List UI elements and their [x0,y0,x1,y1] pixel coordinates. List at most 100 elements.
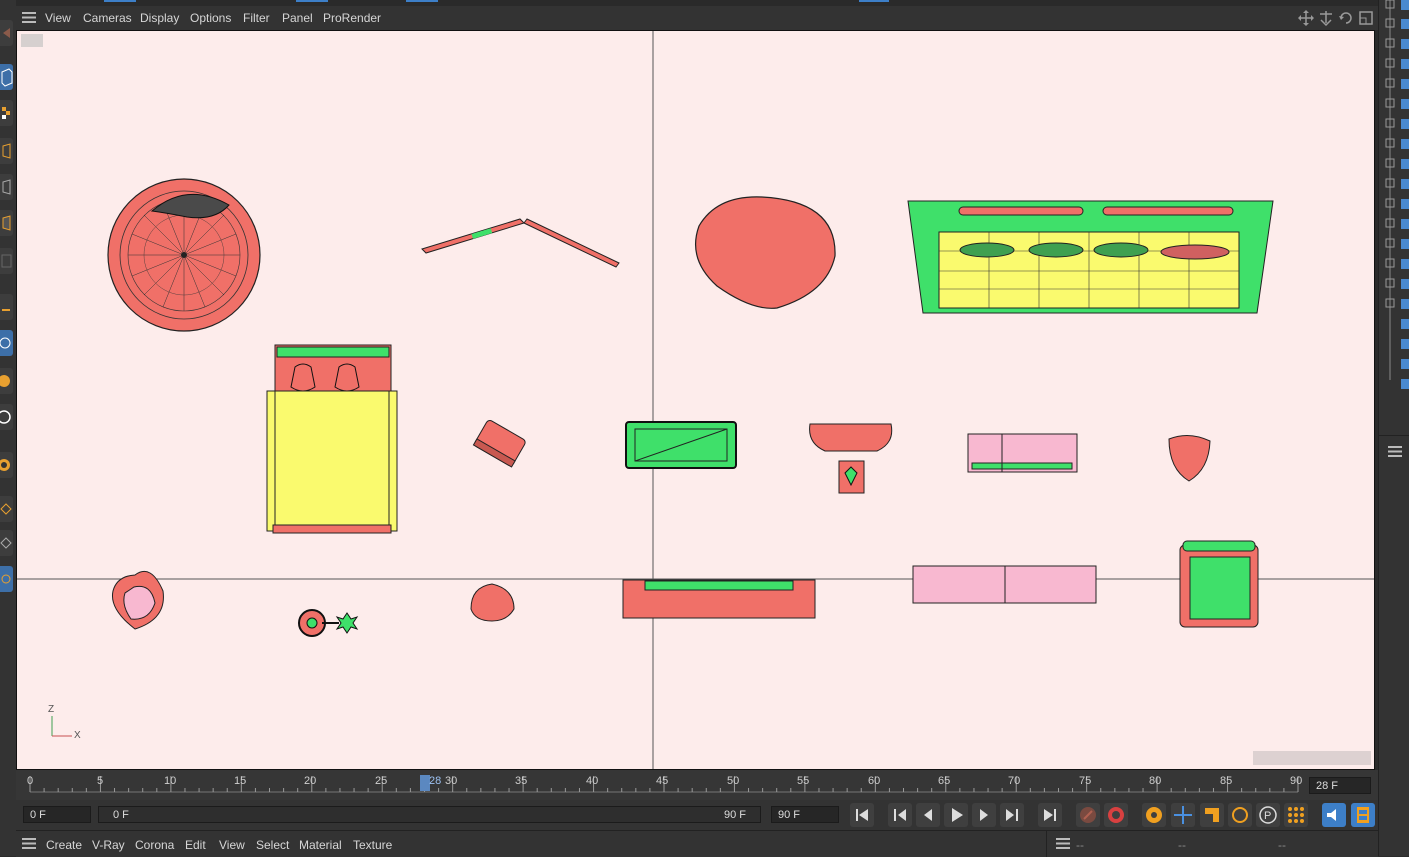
model-mode-icon[interactable] [0,64,13,90]
current-frame-field[interactable]: 28 F [1309,777,1371,794]
object-pink-bench [912,565,1097,604]
position-key-icon[interactable] [1171,803,1195,827]
axis-x-label: X [74,730,81,741]
object-sprocket-lamp [298,609,359,637]
sound-icon[interactable] [1322,803,1346,827]
object-bent-rod [421,218,620,268]
object-long-counter [622,579,816,619]
paint-icon[interactable] [0,452,13,478]
object-pink-cabinet [967,433,1078,473]
timeline-ruler[interactable]: 0 5 10 15 20 25 28 30 35 40 45 50 55 60 … [16,770,1378,800]
tick-35: 35 [515,775,528,787]
prev-key-icon[interactable] [888,803,912,827]
snap-icon[interactable] [0,330,13,356]
play-icon[interactable] [944,803,968,827]
end-frame-field[interactable]: 90 F [771,806,839,823]
menu-create[interactable]: Create [46,838,82,852]
object-green-armchair [1179,540,1259,628]
menu-filter[interactable]: Filter [243,11,270,25]
tick-60: 60 [868,775,881,787]
tick-80: 80 [1149,775,1162,787]
soft-selection-icon[interactable] [0,530,13,556]
tick-50: 50 [727,775,740,787]
menu-prorender[interactable]: ProRender [323,11,381,25]
record-icon[interactable] [1076,803,1100,827]
axis-z-label: Z [48,704,55,715]
next-key-icon[interactable] [1000,803,1024,827]
locked-workplane-icon[interactable] [0,404,13,430]
uv-mode-icon[interactable] [0,248,13,274]
object-green-tray [907,200,1274,314]
polygon-mode-icon[interactable] [0,210,13,236]
hamburger-icon[interactable] [22,11,36,27]
menu-texture[interactable]: Texture [353,838,392,852]
go-start-icon[interactable] [850,803,874,827]
menu-panel[interactable]: Panel [282,11,313,25]
menu-material-view[interactable]: View [219,838,245,852]
rotation-key-icon[interactable] [1228,803,1252,827]
coord-placeholder-3: -- [1278,838,1286,852]
object-sink [809,423,893,494]
tick-90: 90 [1290,775,1303,787]
tick-25: 25 [375,775,388,787]
coord-placeholder-1: -- [1076,838,1084,852]
next-frame-icon[interactable] [972,803,996,827]
material-hamburger-icon[interactable] [22,838,36,852]
tick-current: 28 [429,775,442,787]
coords-hamburger-icon[interactable] [1056,838,1070,852]
workplane-icon[interactable] [0,368,13,394]
pla-key-icon[interactable] [1284,803,1308,827]
start-frame-field[interactable]: 0 F [23,806,91,823]
render-icon[interactable] [0,566,13,592]
tick-20: 20 [304,775,317,787]
transport-bar: 0 F 0 F 90 F 90 F P [16,800,1378,830]
tick-75: 75 [1079,775,1092,787]
param-key-icon[interactable]: P [1256,803,1280,827]
menu-options[interactable]: Options [190,11,231,25]
maximize-icon[interactable] [1358,10,1374,29]
edge-mode-icon[interactable] [0,174,13,200]
viewport-front[interactable]: Z X [16,30,1375,770]
menu-cameras[interactable]: Cameras [83,11,132,25]
keyframe-icon[interactable] [1142,803,1166,827]
go-end-icon[interactable] [1038,803,1062,827]
menu-select[interactable]: Select [256,838,289,852]
rotate-icon[interactable] [1338,10,1354,29]
menu-display[interactable]: Display [140,11,179,25]
scene-drawing [17,31,1374,769]
film-icon[interactable] [1351,803,1375,827]
menu-view[interactable]: View [45,11,71,25]
object-red-drop [1168,435,1211,482]
object-green-box [625,421,737,469]
tick-45: 45 [656,775,669,787]
checker-icon[interactable] [0,100,13,126]
object-round-table [107,178,261,332]
menu-edit[interactable]: Edit [185,838,206,852]
coord-placeholder-2: -- [1178,838,1186,852]
axis-gizmo [51,716,72,737]
tick-30: 30 [445,775,458,787]
prev-frame-icon[interactable] [916,803,940,827]
material-manager-menubar: Create V-Ray Corona Edit View Select Mat… [16,830,1378,857]
grid-icon[interactable] [0,496,13,522]
tick-85: 85 [1220,775,1233,787]
timeline-ticks [29,776,1299,793]
object-bed [266,344,398,534]
menu-material[interactable]: Material [299,838,342,852]
axis-icon[interactable] [0,294,13,320]
pan-icon[interactable] [1318,10,1334,29]
move-icon[interactable] [1298,10,1314,29]
scale-key-icon[interactable] [1200,803,1224,827]
attributes-hamburger-icon[interactable] [1388,446,1402,460]
point-mode-icon[interactable] [0,138,13,164]
viewport-info-badge [1253,751,1371,765]
tick-70: 70 [1008,775,1021,787]
preview-range-slider[interactable]: 0 F 90 F [98,806,761,823]
menu-corona[interactable]: Corona [135,838,174,852]
menu-vray[interactable]: V-Ray [92,838,125,852]
object-manager-strip [1378,0,1409,856]
autokey-icon[interactable] [1104,803,1128,827]
tick-5: 5 [97,775,104,787]
object-small-dome [470,583,515,622]
undo-icon[interactable] [0,20,13,46]
